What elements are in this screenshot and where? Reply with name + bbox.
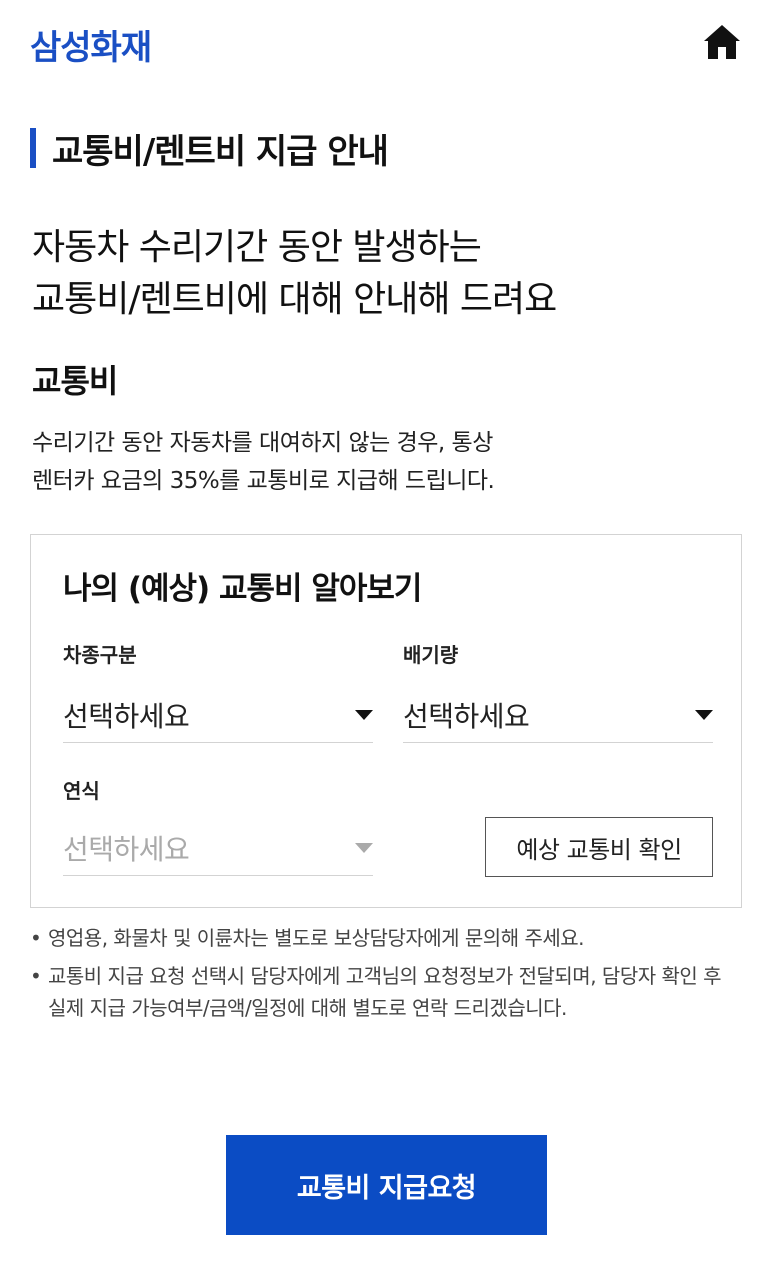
model-year-select[interactable]: 선택하세요 [63, 820, 373, 876]
displacement-value: 선택하세요 [403, 699, 530, 733]
samsung-fire-logo[interactable]: 삼성화재 [30, 20, 152, 69]
vehicle-type-label: 차종구분 [63, 643, 137, 667]
notice-item: • 교통비 지급 요청 선택시 담당자에게 고객님의 요청정보가 전달되며, 담… [30, 960, 730, 1024]
headline-line-2: 교통비/렌트비에 대해 안내해 드려요 [32, 279, 557, 320]
notice-text: 교통비 지급 요청 선택시 담당자에게 고객님의 요청정보가 전달되며, 담당자… [48, 964, 722, 1020]
fare-calculator-card: 나의 (예상) 교통비 알아보기 차종구분 선택하세요 배기량 선택하세요 연식… [30, 534, 742, 908]
page-title: 교통비/렌트비 지급 안내 [52, 131, 389, 172]
chevron-down-icon [695, 709, 713, 720]
transport-description: 수리기간 동안 자동차를 대여하지 않는 경우, 통상 렌터카 요금의 35%를… [32, 424, 732, 500]
notice-list: • 영업용, 화물차 및 이륜차는 별도로 보상담당자에게 문의해 주세요. •… [30, 922, 730, 1030]
bullet-icon: • [30, 964, 42, 988]
chevron-down-icon [355, 709, 373, 720]
calculator-title: 나의 (예상) 교통비 알아보기 [63, 571, 422, 607]
description-line-1: 수리기간 동안 자동차를 대여하지 않는 경우, 통상 [32, 430, 493, 456]
displacement-label: 배기량 [403, 643, 459, 667]
home-button[interactable] [700, 20, 744, 64]
page: 삼성화재 교통비/렌트비 지급 안내 자동차 수리기간 동안 발생하는 교통비/… [0, 0, 773, 1276]
title-accent-bar [30, 128, 36, 168]
notice-item: • 영업용, 화물차 및 이륜차는 별도로 보상담당자에게 문의해 주세요. [30, 922, 730, 954]
model-year-value: 선택하세요 [63, 832, 190, 866]
request-transport-fee-button[interactable]: 교통비 지급요청 [226, 1135, 547, 1235]
bullet-icon: • [30, 926, 42, 950]
transport-heading: 교통비 [32, 362, 118, 400]
vehicle-type-value: 선택하세요 [63, 699, 190, 733]
home-icon [704, 25, 740, 59]
displacement-select[interactable]: 선택하세요 [403, 687, 713, 743]
model-year-label: 연식 [63, 779, 100, 803]
headline-line-1: 자동차 수리기간 동안 발생하는 [32, 227, 482, 268]
notice-text: 영업용, 화물차 및 이륜차는 별도로 보상담당자에게 문의해 주세요. [48, 926, 585, 950]
headline: 자동차 수리기간 동안 발생하는 교통비/렌트비에 대해 안내해 드려요 [32, 222, 732, 326]
description-line-2: 렌터카 요금의 35%를 교통비로 지급해 드립니다. [32, 468, 495, 494]
section-title: 교통비/렌트비 지급 안내 [30, 124, 389, 172]
estimate-fare-button[interactable]: 예상 교통비 확인 [485, 817, 713, 877]
vehicle-type-select[interactable]: 선택하세요 [63, 687, 373, 743]
chevron-down-icon [355, 842, 373, 853]
